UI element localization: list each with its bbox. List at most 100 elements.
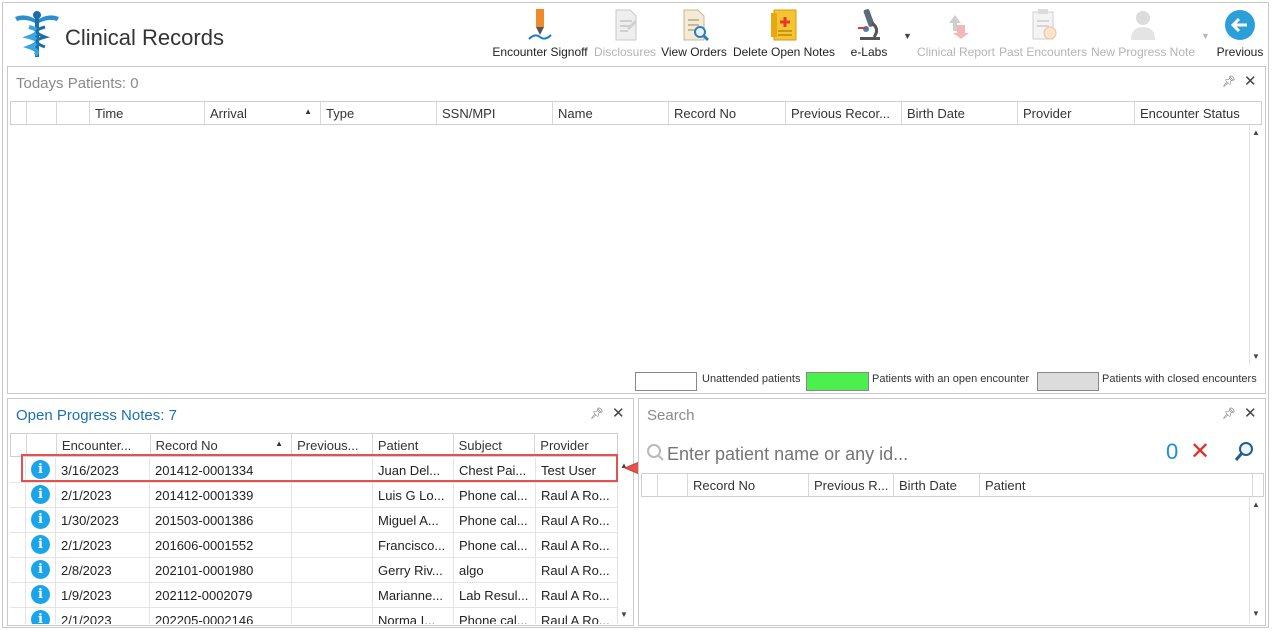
scroll-up-icon[interactable]: ▲: [1252, 500, 1260, 509]
column-patient[interactable]: Patient: [980, 474, 1253, 496]
legend-open-swatch: [806, 372, 869, 391]
table-row[interactable]: i 2/1/2023 201412-0001339 Luis G Lo... Phone…: [10, 483, 618, 508]
clear-search-icon[interactable]: ✕: [1190, 437, 1210, 466]
cell-provider: Raul A Ro...: [541, 588, 610, 603]
info-icon[interactable]: i: [31, 610, 50, 624]
cell-provider: Raul A Ro...: [541, 538, 610, 553]
cell-record: 201606-0001552: [150, 533, 292, 557]
cell-record: 201412-0001339: [150, 483, 292, 507]
todays-patients-count: 0: [130, 75, 139, 92]
info-icon[interactable]: i: [31, 585, 50, 604]
cell-provider: Raul A Ro...: [541, 563, 610, 578]
cell-date: 1/9/2023: [56, 583, 150, 607]
new-progress-note-button[interactable]: New Progress Note: [1089, 7, 1197, 65]
report-arrows-icon: [949, 15, 969, 39]
search-result-count: 0: [1166, 439, 1179, 464]
column-previous-record[interactable]: Previous R...: [809, 474, 894, 496]
cell-patient: Luis G Lo...: [373, 483, 454, 507]
row-indicator: [10, 583, 26, 607]
close-icon[interactable]: ✕: [1244, 404, 1257, 422]
search-field-icon: [647, 444, 664, 461]
todays-patients-title: Todays Patients: 0: [16, 75, 139, 92]
column-record-no[interactable]: Record No ▲: [151, 434, 293, 456]
scroll-up-icon[interactable]: ▲: [1252, 128, 1260, 137]
open-progress-notes-panel: Open Progress Notes: 7 📌︎ ✕ Encounter...…: [7, 398, 634, 626]
legend-closed-swatch: [1037, 372, 1099, 391]
column-type[interactable]: Type: [321, 102, 437, 124]
notes-delete-icon: [771, 9, 797, 41]
info-icon[interactable]: i: [31, 510, 50, 529]
row-info-cell: i: [26, 533, 56, 557]
table-row[interactable]: i 2/1/2023 201606-0001552 Francisco... Phone…: [10, 533, 618, 558]
scroll-down-icon[interactable]: ▼: [620, 610, 628, 619]
previous-button[interactable]: Previous: [1215, 7, 1265, 65]
close-icon[interactable]: ✕: [612, 404, 625, 422]
back-arrow-icon: [1225, 10, 1255, 40]
close-icon[interactable]: ✕: [1244, 72, 1257, 90]
cell-subject: Phone cal...: [454, 508, 536, 532]
info-icon[interactable]: i: [31, 485, 50, 504]
disclosures-button[interactable]: Disclosures: [593, 7, 657, 65]
column-ssn-mpi[interactable]: SSN/MPI: [437, 102, 553, 124]
column-patient[interactable]: Patient: [373, 434, 454, 456]
past-encounters-button[interactable]: Past Encounters: [999, 7, 1087, 65]
row-indicator: [10, 558, 26, 582]
cell-patient: Miguel A...: [373, 508, 454, 532]
view-orders-button[interactable]: View Orders: [659, 7, 729, 65]
scroll-down-icon[interactable]: ▼: [1252, 352, 1260, 361]
search-scrollbar[interactable]: ▲ ▼: [1249, 497, 1263, 623]
select-column: [658, 474, 688, 496]
cell-subject: Phone cal...: [454, 533, 536, 557]
column-birth-date[interactable]: Birth Date: [894, 474, 980, 496]
encounter-signoff-button[interactable]: Encounter Signoff: [491, 7, 589, 65]
column-previous[interactable]: Previous...: [292, 434, 373, 456]
app-header: Clinical Records Encounter Signoff Discl…: [3, 3, 1268, 67]
cell-date: 2/1/2023: [56, 533, 150, 557]
toolbar-label: View Orders: [661, 45, 727, 59]
pin-icon[interactable]: 📌︎: [1222, 75, 1236, 88]
info-icon[interactable]: i: [31, 560, 50, 579]
delete-open-notes-button[interactable]: Delete Open Notes: [731, 7, 837, 65]
cell-record: 202205-0002146: [150, 608, 292, 624]
scroll-down-icon[interactable]: ▼: [1252, 609, 1260, 618]
legend-unattended-swatch: [635, 372, 697, 391]
elabs-dropdown-arrow-icon[interactable]: ▼: [903, 31, 912, 41]
legend-open-label: Patients with an open encounter: [872, 373, 1030, 385]
column-provider[interactable]: Provider: [1018, 102, 1135, 124]
table-row[interactable]: i 1/9/2023 202112-0002079 Marianne... Lab Re…: [10, 583, 618, 608]
column-record-no[interactable]: Record No: [688, 474, 809, 496]
cell-provider: Raul A Ro...: [541, 513, 610, 528]
table-row[interactable]: i 2/1/2023 202205-0002146 Norma I... Phone c…: [10, 608, 618, 624]
column-record-no[interactable]: Record No: [669, 102, 786, 124]
status-column: [27, 102, 57, 124]
search-button-icon[interactable]: [1233, 441, 1255, 463]
elabs-button[interactable]: e-Labs: [843, 7, 895, 65]
column-encounter-status[interactable]: Encounter Status: [1135, 102, 1249, 124]
column-provider[interactable]: Provider: [535, 434, 617, 456]
column-birth-date[interactable]: Birth Date: [902, 102, 1018, 124]
cell-previous: [292, 558, 373, 582]
column-previous-record[interactable]: Previous Recor...: [786, 102, 902, 124]
table-row[interactable]: i 2/8/2023 202101-0001980 Gerry Riv... algo R…: [10, 558, 618, 583]
row-info-cell: i: [26, 558, 56, 582]
search-grid-header: Record No Previous R... Birth Date Patie…: [641, 473, 1264, 497]
column-subject[interactable]: Subject: [454, 434, 536, 456]
todays-patients-scrollbar[interactable]: ▲ ▼: [1249, 125, 1263, 365]
pen-signoff-icon: [528, 9, 552, 40]
pin-icon[interactable]: 📌︎: [1222, 407, 1236, 420]
info-icon[interactable]: i: [31, 535, 50, 554]
row-info-cell: i: [26, 583, 56, 607]
column-encounter[interactable]: Encounter...: [57, 434, 151, 456]
clinical-report-button[interactable]: Clinical Report: [915, 7, 997, 65]
column-name[interactable]: Name: [553, 102, 669, 124]
search-input[interactable]: [667, 441, 1127, 467]
row-indicator: [10, 508, 26, 532]
column-time[interactable]: Time: [90, 102, 205, 124]
open-progress-notes-count: 7: [168, 407, 177, 424]
pin-icon[interactable]: 📌︎: [590, 407, 604, 420]
new-progress-note-dropdown-arrow-icon[interactable]: ▼: [1201, 31, 1210, 41]
table-row[interactable]: i 1/30/2023 201503-0001386 Miguel A... Phone…: [10, 508, 618, 533]
cell-date: 2/1/2023: [56, 483, 150, 507]
column-label: Arrival: [210, 106, 247, 121]
column-arrival[interactable]: Arrival ▲: [205, 102, 321, 124]
